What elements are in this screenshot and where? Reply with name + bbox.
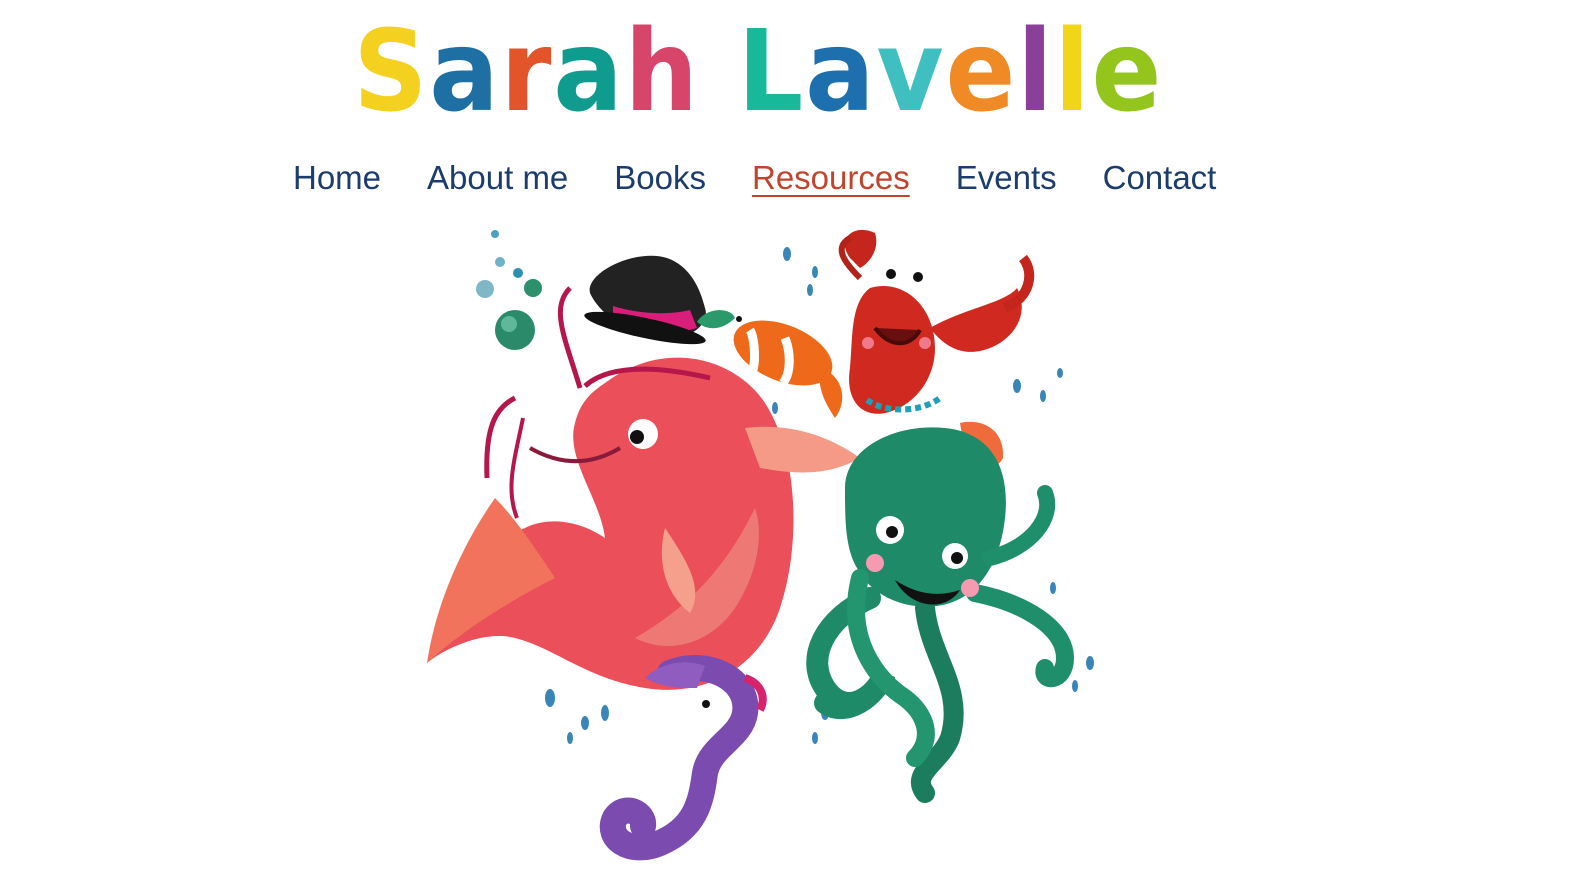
logo-letter: l (1016, 7, 1055, 137)
logo-letter: e (945, 7, 1017, 137)
logo-letter: a (553, 7, 625, 137)
logo-letter: L (737, 7, 805, 137)
nav-item-events[interactable]: Events (956, 159, 1057, 197)
nav-item-resources[interactable]: Resources (752, 159, 910, 197)
bubbles (476, 230, 542, 350)
hero-illustration (405, 218, 1105, 868)
logo-letter: a (429, 7, 501, 137)
logo-letter: v (876, 7, 946, 137)
logo-letter: a (804, 7, 877, 137)
logo-letter: h (624, 7, 700, 137)
sea-creatures-illustration (427, 229, 1094, 861)
nav-item-contact[interactable]: Contact (1103, 159, 1217, 197)
nav-item-about-me[interactable]: About me (427, 159, 568, 197)
site-logo[interactable]: Sarah Lavelle (353, 2, 1161, 128)
site-title: Sarah Lavelle (353, 16, 1163, 128)
nav-item-home[interactable]: Home (293, 159, 381, 197)
main-nav: Home About me Books Resources Events Con… (293, 153, 1253, 203)
octopus (806, 427, 1075, 803)
top-hat (584, 255, 706, 345)
logo-letter: l (1054, 7, 1092, 137)
logo-letter: S (352, 7, 430, 137)
logo-space (700, 16, 738, 128)
logo-letter: r (500, 7, 554, 137)
seahorse (599, 655, 767, 861)
logo-letter: e (1091, 7, 1164, 137)
nav-item-books[interactable]: Books (614, 159, 706, 197)
